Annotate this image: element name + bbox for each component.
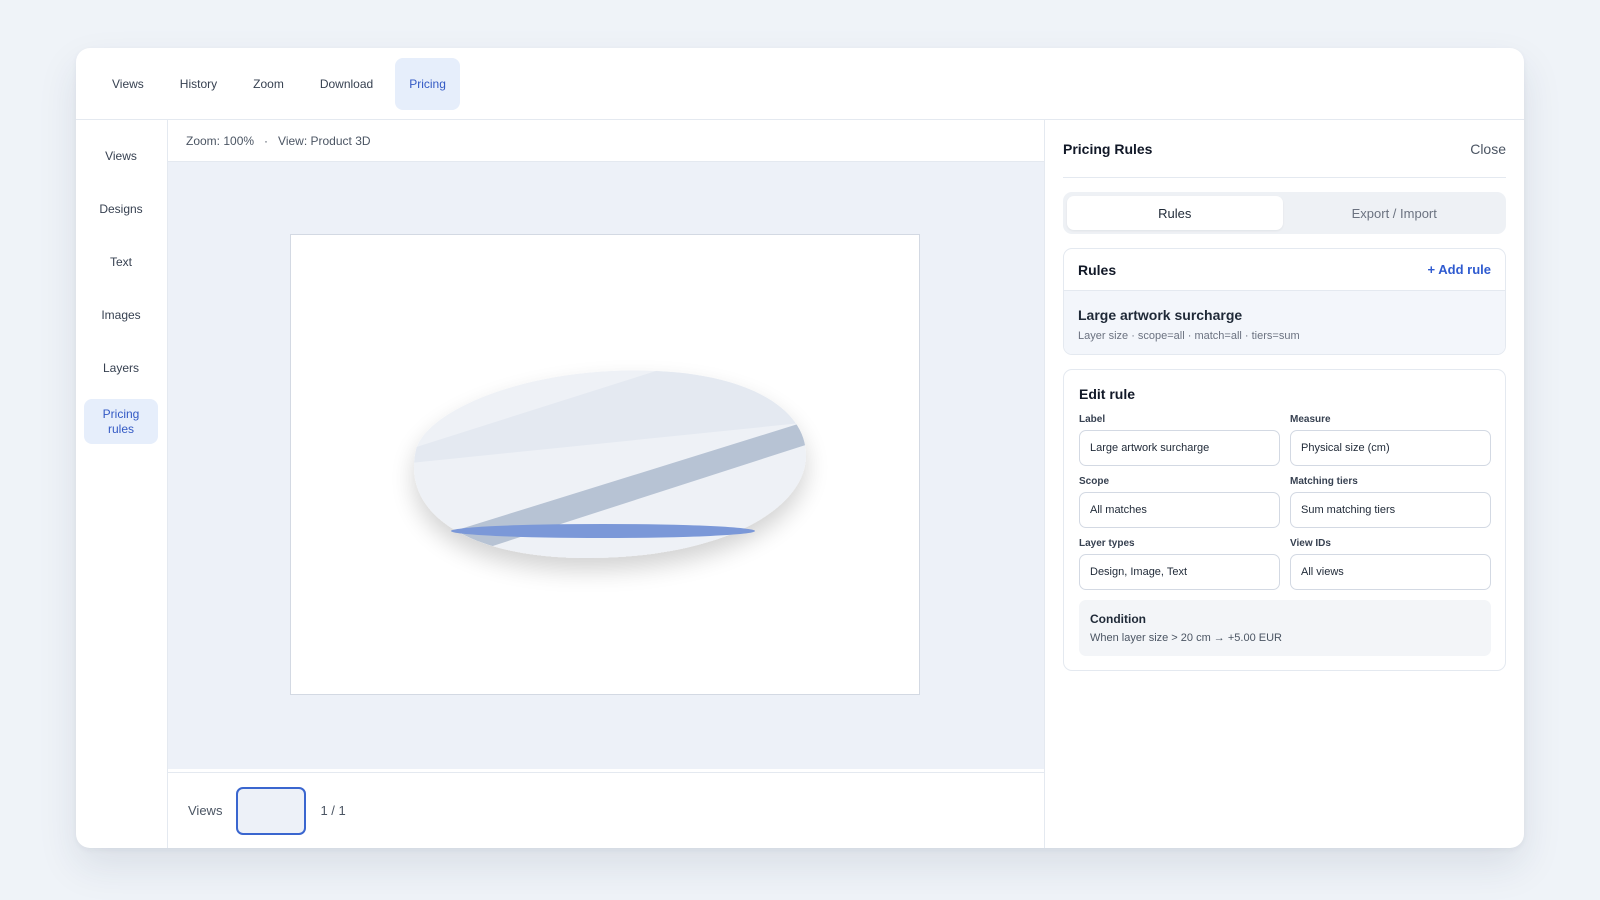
matching-tiers-field-label: Matching tiers bbox=[1290, 476, 1358, 487]
product-3d-preview[interactable] bbox=[291, 235, 921, 696]
panel-segmented-control: Rules Export / Import bbox=[1063, 192, 1506, 234]
view-thumbnail[interactable] bbox=[236, 786, 307, 835]
label-input[interactable]: Large artwork surcharge bbox=[1079, 430, 1280, 466]
condition-text: When layer size > 20 cm → +5.00 EUR bbox=[1090, 632, 1282, 644]
tab-history[interactable]: History bbox=[166, 58, 231, 110]
left-sidebar: Views Designs Text Images Layers Pricing… bbox=[76, 120, 168, 848]
view-ids-field-group: View IDs All views bbox=[1290, 538, 1491, 590]
tab-views[interactable]: Views bbox=[98, 58, 158, 110]
views-strip-label: Views bbox=[188, 803, 223, 818]
layer-types-select[interactable]: Design, Image, Text bbox=[1079, 554, 1280, 590]
condition-title: Condition bbox=[1090, 612, 1146, 626]
editor-center: Zoom: 100% · View: Product 3D Views 1 / … bbox=[168, 120, 1044, 848]
matching-tiers-select[interactable]: Sum matching tiers bbox=[1290, 492, 1491, 528]
label-field-label: Label bbox=[1079, 414, 1106, 425]
tab-zoom[interactable]: Zoom bbox=[239, 58, 298, 110]
top-toolbar: Views History Zoom Download Pricing bbox=[76, 48, 1524, 120]
scope-select[interactable]: All matches bbox=[1079, 492, 1280, 528]
edit-rule-card: Edit rule Label Large artwork surcharge … bbox=[1063, 369, 1506, 671]
rules-list-card: Rules + Add rule Large artwork surcharge… bbox=[1063, 248, 1506, 355]
canvas-info-bar: Zoom: 100% · View: Product 3D bbox=[168, 120, 1044, 162]
sidebar-item-text[interactable]: Text bbox=[84, 240, 158, 285]
info-separator: · bbox=[264, 133, 269, 148]
sidebar-item-images[interactable]: Images bbox=[84, 293, 158, 338]
artboard[interactable] bbox=[290, 234, 920, 695]
product-highlight-ellipse bbox=[451, 524, 755, 538]
condition-box: Condition When layer size > 20 cm → +5.0… bbox=[1079, 600, 1491, 656]
add-rule-button[interactable]: + Add rule bbox=[1428, 262, 1491, 277]
scope-field-group: Scope All matches bbox=[1079, 476, 1280, 528]
rule-meta: Layer size · scope=all · match=all · tie… bbox=[1078, 330, 1300, 342]
canvas-area[interactable] bbox=[168, 162, 1044, 769]
rule-list-item[interactable]: Large artwork surcharge Layer size · sco… bbox=[1064, 291, 1505, 354]
rule-name: Large artwork surcharge bbox=[1078, 307, 1243, 323]
pricing-rules-panel: Pricing Rules Close Rules Export / Impor… bbox=[1044, 120, 1524, 848]
app-window: Views History Zoom Download Pricing View… bbox=[76, 48, 1524, 848]
edit-rule-fields: Label Large artwork surcharge Measure Ph… bbox=[1079, 414, 1491, 590]
measure-select[interactable]: Physical size (cm) bbox=[1290, 430, 1491, 466]
measure-field-label: Measure bbox=[1290, 414, 1331, 425]
close-button[interactable]: Close bbox=[1470, 141, 1506, 157]
segment-export-import[interactable]: Export / Import bbox=[1287, 196, 1503, 230]
sidebar-item-designs[interactable]: Designs bbox=[84, 187, 158, 232]
layer-types-field-group: Layer types Design, Image, Text bbox=[1079, 538, 1280, 590]
views-strip: Views 1 / 1 bbox=[168, 772, 1044, 848]
rules-list-title: Rules bbox=[1078, 261, 1117, 278]
sidebar-item-layers[interactable]: Layers bbox=[84, 346, 158, 391]
zoom-readout: Zoom: 100% bbox=[186, 133, 255, 148]
view-ids-select[interactable]: All views bbox=[1290, 554, 1491, 590]
view-ids-field-label: View IDs bbox=[1290, 538, 1331, 549]
layer-types-field-label: Layer types bbox=[1079, 538, 1135, 549]
page-counter: 1 / 1 bbox=[320, 803, 346, 818]
label-field-group: Label Large artwork surcharge bbox=[1079, 414, 1280, 466]
view-readout: View: Product 3D bbox=[278, 133, 371, 148]
segment-rules[interactable]: Rules bbox=[1067, 196, 1283, 230]
tab-pricing[interactable]: Pricing bbox=[395, 57, 460, 110]
edit-rule-title: Edit rule bbox=[1079, 386, 1136, 402]
measure-field-group: Measure Physical size (cm) bbox=[1290, 414, 1491, 466]
panel-title: Pricing Rules bbox=[1063, 140, 1153, 157]
rules-list-header: Rules + Add rule bbox=[1064, 249, 1505, 291]
sidebar-item-views[interactable]: Views bbox=[84, 134, 158, 179]
sidebar-item-pricing-rules[interactable]: Pricing rules bbox=[84, 399, 158, 444]
matching-tiers-field-group: Matching tiers Sum matching tiers bbox=[1290, 476, 1491, 528]
scope-field-label: Scope bbox=[1079, 476, 1110, 487]
panel-header: Pricing Rules Close bbox=[1063, 120, 1506, 178]
tab-download[interactable]: Download bbox=[306, 58, 387, 110]
